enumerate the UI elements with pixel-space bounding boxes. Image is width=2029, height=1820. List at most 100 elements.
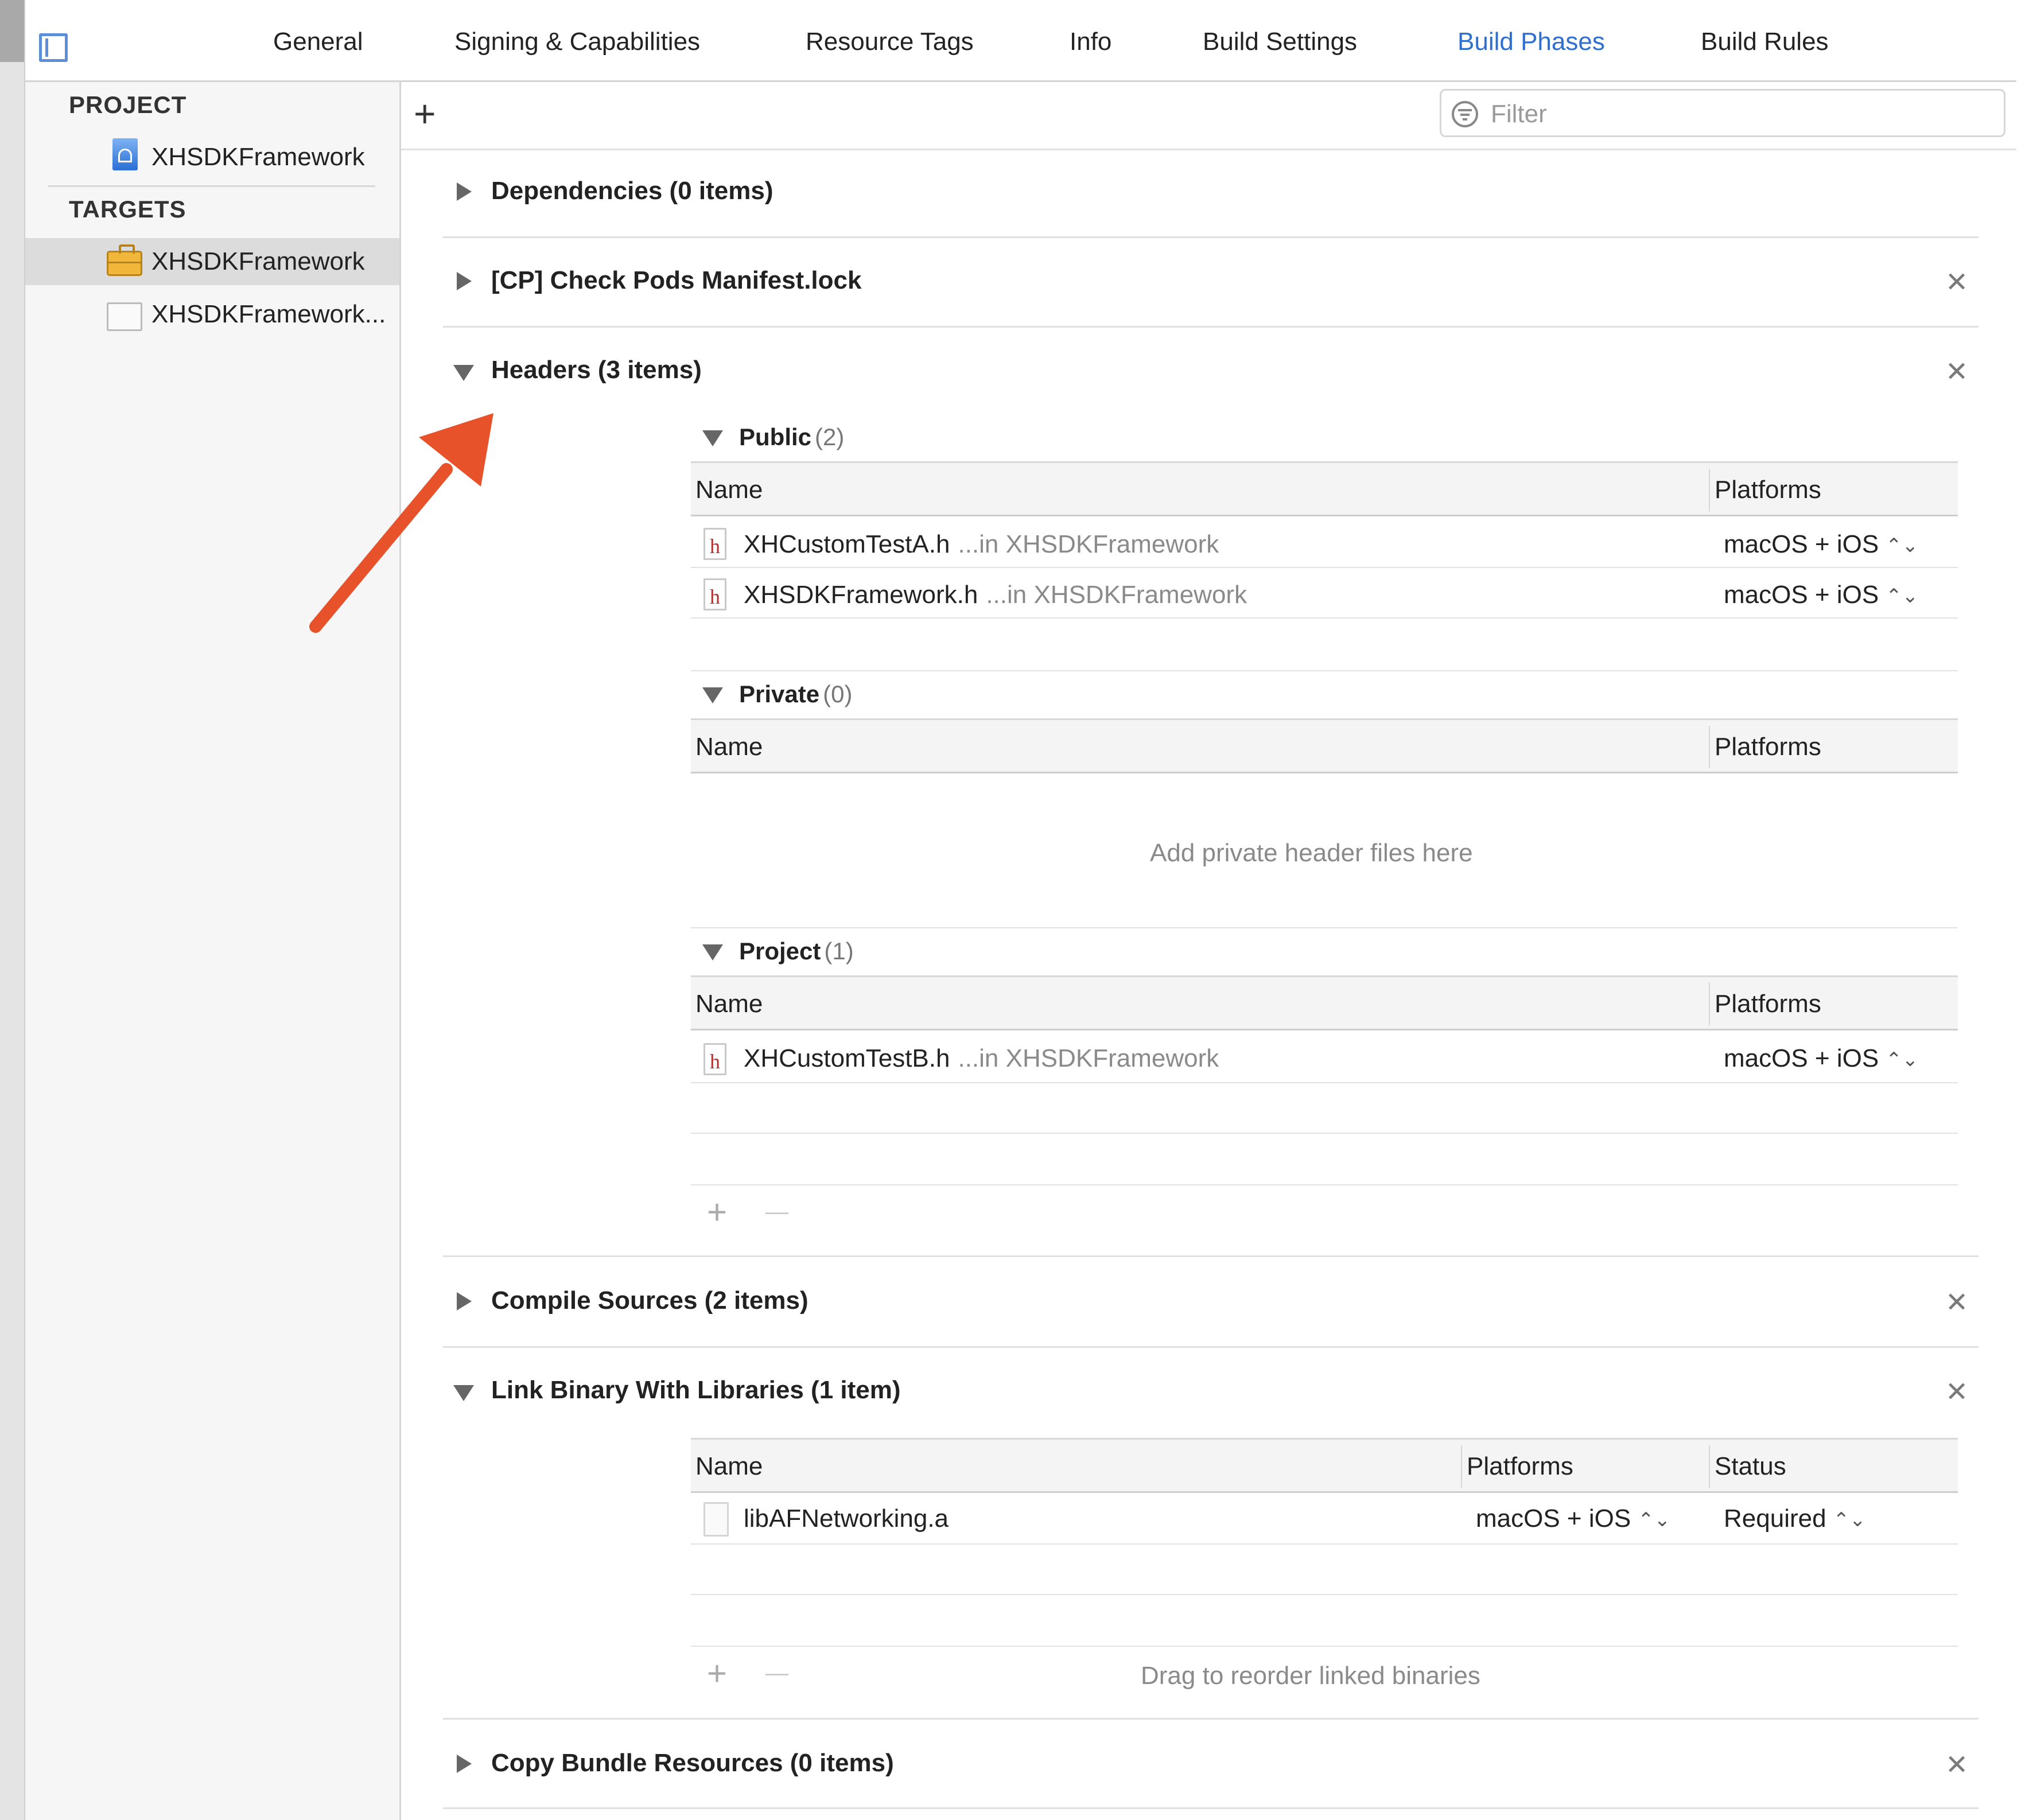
- copy-resources-disclosure-icon[interactable]: [457, 1755, 472, 1773]
- col-platforms[interactable]: Platforms: [1715, 476, 1821, 504]
- sidebar-item-label: XHSDKFramework...: [151, 300, 386, 328]
- dependencies-disclosure-icon[interactable]: [457, 182, 472, 201]
- phase-divider: [443, 326, 1979, 328]
- col-platforms[interactable]: Platforms: [1715, 990, 1821, 1018]
- row-divider: [691, 1082, 1958, 1083]
- filter-icon: [1452, 101, 1478, 127]
- briefcase-icon: [107, 244, 142, 276]
- private-disclosure-icon[interactable]: [702, 687, 723, 703]
- private-section-title[interactable]: Private (0): [739, 680, 852, 708]
- status-select[interactable]: Required ⌃⌄: [1724, 1504, 1866, 1533]
- sidebar-item-target-framework[interactable]: XHSDKFramework: [25, 238, 399, 285]
- tab-build-phases[interactable]: Build Phases: [1457, 28, 1605, 56]
- phase-divider: [443, 1255, 1979, 1257]
- public-label: Public: [739, 423, 812, 450]
- window-edge-shade: [0, 0, 24, 62]
- col-name[interactable]: Name: [695, 733, 763, 761]
- project-disclosure-icon[interactable]: [702, 944, 723, 960]
- platform-select[interactable]: macOS + iOS ⌃⌄: [1724, 1044, 1918, 1073]
- compile-disclosure-icon[interactable]: [457, 1292, 472, 1310]
- filter-field[interactable]: [1440, 89, 2005, 137]
- col-platforms[interactable]: Platforms: [1715, 733, 1821, 761]
- file-location: ...in XHSDKFramework: [958, 530, 1219, 558]
- sidebar-toggle-icon[interactable]: [39, 33, 68, 62]
- stepper-icon: ⌃⌄: [1886, 1049, 1919, 1071]
- platform-value: macOS + iOS: [1724, 581, 1879, 609]
- library-name: libAFNetworking.a: [744, 1504, 949, 1533]
- phase-copy-bundle-title[interactable]: Copy Bundle Resources (0 items): [491, 1749, 894, 1778]
- project-heading: PROJECT: [69, 91, 187, 118]
- phase-link-binary-title[interactable]: Link Binary With Libraries (1 item): [491, 1376, 901, 1405]
- platform-select[interactable]: macOS + iOS ⌃⌄: [1724, 530, 1918, 559]
- project-section-title[interactable]: Project (1): [739, 938, 854, 965]
- file-location: ...in XHSDKFramework: [958, 1044, 1219, 1072]
- col-divider: [1461, 1445, 1462, 1488]
- project-navigator-sidebar: PROJECT XHSDKFramework TARGETS XHSDKFram…: [25, 82, 401, 1820]
- col-divider: [1709, 983, 1710, 1025]
- header-file-icon: h: [703, 1043, 726, 1075]
- add-build-phase-button[interactable]: +: [414, 95, 436, 133]
- phase-compile-sources-title[interactable]: Compile Sources (2 items): [491, 1286, 809, 1315]
- tab-info[interactable]: Info: [1070, 28, 1111, 56]
- delete-phase-compile-button[interactable]: ✕: [1945, 1286, 1968, 1319]
- project-table-header: Name Platforms: [691, 975, 1958, 1030]
- platform-value: macOS + iOS: [1476, 1504, 1631, 1533]
- row-divider: [691, 1133, 1958, 1134]
- status-value: Required: [1724, 1504, 1826, 1533]
- phase-divider: [443, 1807, 1979, 1809]
- col-name[interactable]: Name: [695, 1452, 763, 1481]
- col-divider: [1709, 469, 1710, 511]
- col-divider: [1709, 726, 1710, 768]
- platform-select[interactable]: macOS + iOS ⌃⌄: [1476, 1504, 1670, 1533]
- col-divider: [1709, 1445, 1710, 1488]
- tab-general[interactable]: General: [273, 28, 363, 56]
- row-divider: [691, 927, 1958, 928]
- col-platforms[interactable]: Platforms: [1467, 1452, 1573, 1481]
- phase-dependencies-title[interactable]: Dependencies (0 items): [491, 177, 773, 205]
- check-pods-disclosure-icon[interactable]: [457, 272, 472, 290]
- sidebar-item-label: XHSDKFramework: [151, 247, 365, 275]
- filter-input[interactable]: [1490, 96, 1985, 132]
- sidebar-item-target-bundle[interactable]: XHSDKFramework...: [25, 291, 399, 338]
- row-divider: [691, 1543, 1958, 1545]
- stepper-icon: ⌃⌄: [1638, 1509, 1671, 1531]
- phase-headers-title[interactable]: Headers (3 items): [491, 356, 702, 384]
- col-name[interactable]: Name: [695, 990, 763, 1018]
- public-row-1[interactable]: XHCustomTestA.h ...in XHSDKFramework: [744, 530, 1219, 559]
- public-section-title[interactable]: Public (2): [739, 423, 844, 451]
- remove-library-button[interactable]: —: [765, 1660, 788, 1686]
- tab-signing-capabilities[interactable]: Signing & Capabilities: [454, 28, 700, 56]
- delete-phase-check-pods-button[interactable]: ✕: [1945, 266, 1968, 298]
- delete-phase-link-button[interactable]: ✕: [1945, 1376, 1968, 1408]
- row-divider: [691, 1594, 1958, 1595]
- add-header-button[interactable]: +: [707, 1192, 727, 1232]
- sidebar-item-project[interactable]: XHSDKFramework: [25, 134, 399, 181]
- col-status[interactable]: Status: [1715, 1452, 1786, 1481]
- sidebar-item-label: XHSDKFramework: [151, 143, 365, 171]
- build-phases-toolbar: +: [401, 82, 2016, 150]
- col-name[interactable]: Name: [695, 476, 763, 504]
- tab-resource-tags[interactable]: Resource Tags: [806, 28, 974, 56]
- delete-phase-headers-button[interactable]: ✕: [1945, 356, 1968, 388]
- private-table-header: Name Platforms: [691, 718, 1958, 773]
- stepper-icon: ⌃⌄: [1886, 535, 1919, 557]
- remove-header-button[interactable]: —: [765, 1199, 788, 1225]
- phase-divider: [443, 1718, 1979, 1720]
- phase-check-pods-title[interactable]: [CP] Check Pods Manifest.lock: [491, 266, 861, 295]
- project-row-1[interactable]: XHCustomTestB.h ...in XHSDKFramework: [744, 1044, 1219, 1073]
- header-file-icon: h: [703, 528, 726, 560]
- add-library-button[interactable]: +: [707, 1654, 727, 1693]
- delete-phase-copy-button[interactable]: ✕: [1945, 1749, 1968, 1781]
- link-disclosure-icon[interactable]: [453, 1385, 474, 1401]
- public-disclosure-icon[interactable]: [702, 430, 723, 446]
- phase-divider: [443, 1346, 1979, 1348]
- link-row-1[interactable]: libAFNetworking.a: [744, 1504, 949, 1533]
- public-row-2[interactable]: XHSDKFramework.h ...in XHSDKFramework: [744, 581, 1247, 609]
- tab-build-rules[interactable]: Build Rules: [1701, 28, 1829, 56]
- tab-build-settings[interactable]: Build Settings: [1203, 28, 1357, 56]
- row-divider: [691, 567, 1958, 568]
- project-count: (1): [824, 938, 854, 965]
- platform-select[interactable]: macOS + iOS ⌃⌄: [1724, 581, 1918, 609]
- window-edge: [0, 0, 25, 1820]
- headers-disclosure-icon[interactable]: [453, 365, 474, 381]
